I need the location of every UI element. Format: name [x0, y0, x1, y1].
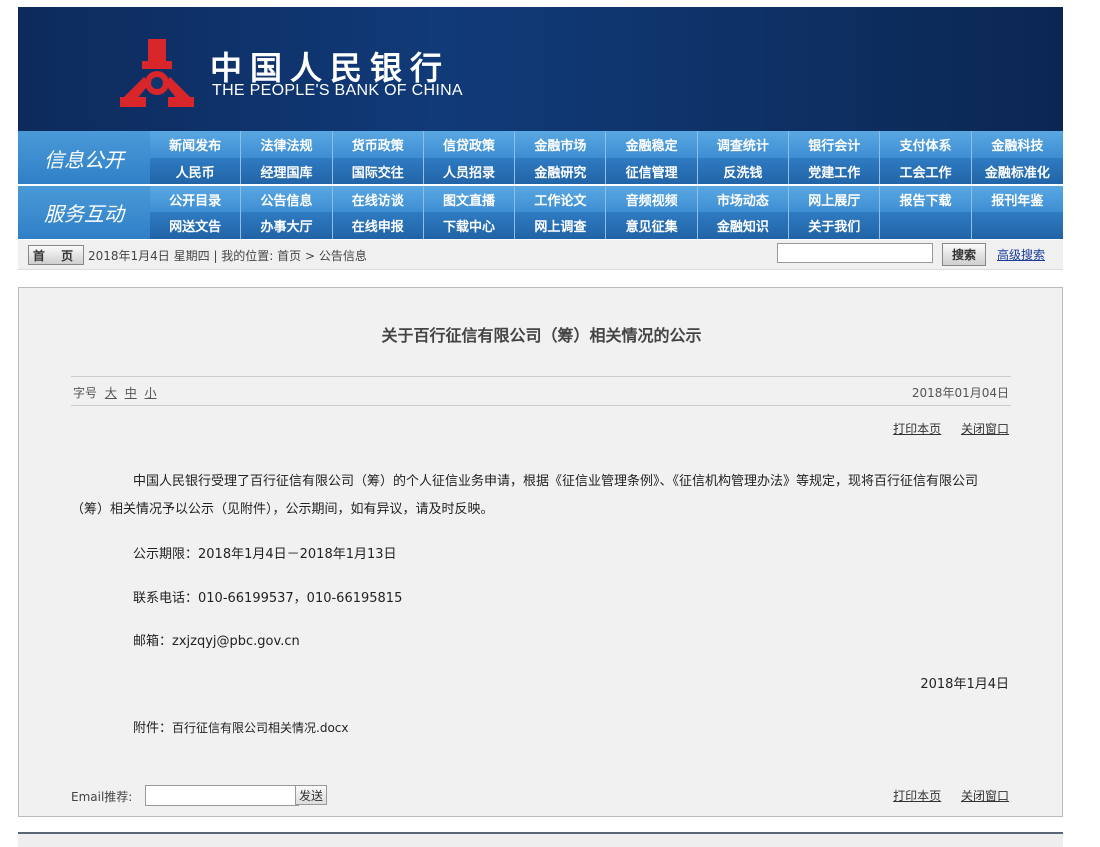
publish-date: 2018年01月04日: [911, 386, 1009, 400]
notice-period: 公示期限：2018年1月4日－2018年1月13日: [133, 547, 397, 562]
nav-item[interactable]: 意见征集: [606, 212, 698, 239]
print-link[interactable]: 打印本页: [893, 422, 941, 436]
pboc-logo-icon: [120, 39, 194, 107]
nav-item[interactable]: 调查统计: [698, 131, 790, 158]
email-prefix: 邮箱：: [133, 634, 173, 649]
divider: [71, 405, 1011, 406]
top-strip: [0, 0, 1100, 7]
nav-group-info: 信息公开: [18, 131, 150, 185]
nav-item[interactable]: 法律法规: [241, 131, 333, 158]
sign-date: 2018年1月4日: [920, 677, 1009, 692]
nav-item[interactable]: 在线访谈: [333, 186, 424, 213]
nav-item[interactable]: 工会工作: [880, 158, 972, 185]
contact-phone: 联系电话：010-66199537，010-66195815: [133, 591, 403, 606]
attachment-label: 附件：: [133, 721, 173, 736]
nav-item[interactable]: 报刊年鉴: [972, 186, 1063, 213]
search-button[interactable]: 搜索: [942, 243, 986, 266]
nav-item[interactable]: 图文直播: [424, 186, 516, 213]
site-title-en: THE PEOPLE'S BANK OF CHINA: [212, 82, 463, 99]
nav-item[interactable]: 金融知识: [698, 212, 790, 239]
nav-row-1: 新闻发布 法律法规 货币政策 信贷政策 金融市场 金融稳定 调查统计 银行会计 …: [150, 131, 1063, 158]
nav-item[interactable]: 新闻发布: [150, 131, 242, 158]
font-size-controls: 字号 大 中 小: [73, 384, 157, 401]
nav-item[interactable]: 金融科技: [972, 131, 1063, 158]
article-body: 中国人民银行受理了百行征信有限公司（筹）的个人征信业务申请，根据《征信业管理条例…: [71, 468, 1001, 524]
nav-item[interactable]: 信贷政策: [424, 131, 516, 158]
attachment: 附件：百行征信有限公司相关情况.docx: [133, 717, 349, 736]
breadcrumb: 2018年1月4日 星期四 | 我的位置: 首页 > 公告信息: [88, 249, 367, 263]
close-window-link[interactable]: 关闭窗口: [961, 789, 1009, 803]
email-address: zxjzqyj@pbc.gov.cn: [172, 634, 300, 649]
nav-item[interactable]: 金融市场: [515, 131, 607, 158]
nav-item[interactable]: 工作论文: [515, 186, 607, 213]
nav-item[interactable]: 金融稳定: [606, 131, 698, 158]
breadcrumb-bar: 首 页 2018年1月4日 星期四 | 我的位置: 首页 > 公告信息 搜索 高…: [18, 240, 1063, 270]
nav-item[interactable]: 下载中心: [424, 212, 516, 239]
nav-item[interactable]: 办事大厅: [241, 212, 333, 239]
send-button[interactable]: 发送: [295, 785, 327, 805]
advanced-search-link[interactable]: 高级搜索: [997, 246, 1045, 263]
nav-item[interactable]: 公开目录: [150, 186, 242, 213]
nav-item[interactable]: 音频视频: [606, 186, 698, 213]
nav-item[interactable]: 公告信息: [241, 186, 333, 213]
attachment-link[interactable]: 百行征信有限公司相关情况.docx: [172, 721, 348, 735]
nav-item[interactable]: 银行会计: [789, 131, 881, 158]
search-input[interactable]: [777, 243, 933, 263]
nav-row-3: 公开目录 公告信息 在线访谈 图文直播 工作论文 音频视频 市场动态 网上展厅 …: [150, 186, 1063, 213]
close-window-link[interactable]: 关闭窗口: [961, 422, 1009, 436]
nav-row-2: 人民币 经理国库 国际交往 人员招录 金融研究 征信管理 反洗钱 党建工作 工会…: [150, 158, 1063, 185]
divider: [71, 376, 1011, 377]
article-paragraph: 中国人民银行受理了百行征信有限公司（筹）的个人征信业务申请，根据《征信业管理条例…: [71, 474, 979, 517]
nav-item[interactable]: 网上调查: [515, 212, 607, 239]
nav-item[interactable]: 市场动态: [698, 186, 790, 213]
nav-item[interactable]: 金融标准化: [972, 158, 1063, 185]
print-link[interactable]: 打印本页: [893, 789, 941, 803]
nav-item[interactable]: 在线申报: [333, 212, 424, 239]
nav-item[interactable]: 征信管理: [606, 158, 698, 185]
nav-item[interactable]: 支付体系: [880, 131, 972, 158]
article-tools-top: 打印本页 关闭窗口: [877, 420, 1009, 437]
article-panel: 关于百行征信有限公司（筹）相关情况的公示 字号 大 中 小 2018年01月04…: [18, 287, 1063, 817]
nav-item[interactable]: 货币政策: [333, 131, 424, 158]
main-nav: 信息公开 服务互动 新闻发布 法律法规 货币政策 信贷政策 金融市场 金融稳定 …: [18, 131, 1063, 239]
article-title: 关于百行征信有限公司（筹）相关情况的公示: [381, 326, 702, 345]
email-recommend-label: Email推荐:: [71, 790, 133, 804]
nav-item[interactable]: 国际交往: [333, 158, 424, 185]
email-recommend-input[interactable]: [145, 785, 299, 806]
nav-item[interactable]: 网上展厅: [789, 186, 881, 213]
article-tools-bottom: 打印本页 关闭窗口: [877, 787, 1009, 804]
nav-item[interactable]: 关于我们: [789, 212, 881, 239]
nav-item[interactable]: 金融研究: [515, 158, 607, 185]
nav-item[interactable]: 经理国库: [241, 158, 333, 185]
nav-item[interactable]: 反洗钱: [698, 158, 790, 185]
nav-item[interactable]: 党建工作: [789, 158, 881, 185]
home-button[interactable]: 首 页: [28, 245, 84, 265]
font-small-link[interactable]: 小: [145, 386, 157, 400]
nav-item[interactable]: 网送文告: [150, 212, 242, 239]
nav-row-4: 网送文告 办事大厅 在线申报 下载中心 网上调查 意见征集 金融知识 关于我们: [150, 212, 1063, 239]
site-banner: 中国人民银行 THE PEOPLE'S BANK OF CHINA: [18, 7, 1063, 131]
nav-item-empty: [880, 212, 972, 239]
nav-item-empty: [972, 212, 1063, 239]
contact-email: 邮箱：zxjzqyj@pbc.gov.cn: [133, 630, 300, 649]
nav-group-service: 服务互动: [18, 186, 150, 239]
nav-item[interactable]: 报告下载: [880, 186, 972, 213]
font-size-label: 字号: [73, 386, 98, 400]
nav-item[interactable]: 人员招录: [424, 158, 516, 185]
font-large-link[interactable]: 大: [105, 386, 117, 400]
nav-item[interactable]: 人民币: [150, 158, 242, 185]
font-medium-link[interactable]: 中: [125, 386, 137, 400]
